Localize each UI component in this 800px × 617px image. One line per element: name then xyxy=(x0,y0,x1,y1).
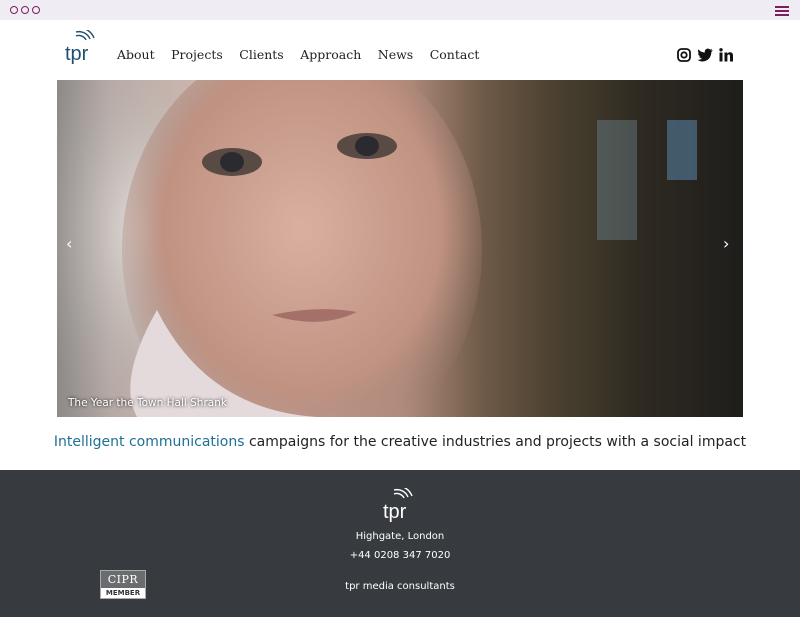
footer-address: Highgate, London xyxy=(355,531,445,542)
nav-projects[interactable]: Projects xyxy=(171,47,223,62)
window-chrome xyxy=(0,0,800,20)
tagline-rest: campaigns for the creative industries an… xyxy=(244,434,747,450)
twitter-icon[interactable] xyxy=(697,47,713,63)
nav-news[interactable]: News xyxy=(378,47,413,62)
window-dot[interactable] xyxy=(10,6,18,14)
nav-contact[interactable]: Contact xyxy=(430,47,480,62)
slideshow-next-arrow[interactable]: › xyxy=(723,234,729,253)
badge-top-text: CIPR xyxy=(107,573,139,586)
window-dot[interactable] xyxy=(32,6,40,14)
nav-approach[interactable]: Approach xyxy=(300,47,361,62)
nav-clients[interactable]: Clients xyxy=(239,47,283,62)
hero-photo xyxy=(57,80,697,417)
main-nav: About Projects Clients Approach News Con… xyxy=(117,47,496,62)
footer-logo[interactable]: tpr xyxy=(382,488,418,522)
tagline-accent: Intelligent communications xyxy=(53,434,245,450)
window-dot[interactable] xyxy=(21,6,29,14)
cipr-member-badge[interactable]: CIPR MEMBER xyxy=(100,570,146,599)
slide-caption[interactable]: The Year the Town Hall Shrank xyxy=(68,397,227,409)
tpr-logo[interactable]: tpr xyxy=(64,30,100,64)
social-links xyxy=(677,47,733,63)
slideshow-prev-arrow[interactable]: ‹ xyxy=(66,234,72,253)
nav-about[interactable]: About xyxy=(117,47,155,62)
badge-bottom-text: MEMBER xyxy=(101,588,145,598)
logo-text: tpr xyxy=(65,43,89,64)
linkedin-icon[interactable] xyxy=(719,47,733,63)
hero-slideshow[interactable] xyxy=(57,80,743,417)
footer: tpr Highgate, London +44 0208 347 7020 t… xyxy=(0,470,800,617)
footer-phone[interactable]: +44 0208 347 7020 xyxy=(0,550,800,561)
window-controls xyxy=(10,6,40,14)
hamburger-icon[interactable] xyxy=(775,6,789,16)
tagline: Intelligent communications campaigns for… xyxy=(0,434,800,450)
footer-logo-text: tpr xyxy=(383,501,407,522)
instagram-icon[interactable] xyxy=(677,47,691,63)
